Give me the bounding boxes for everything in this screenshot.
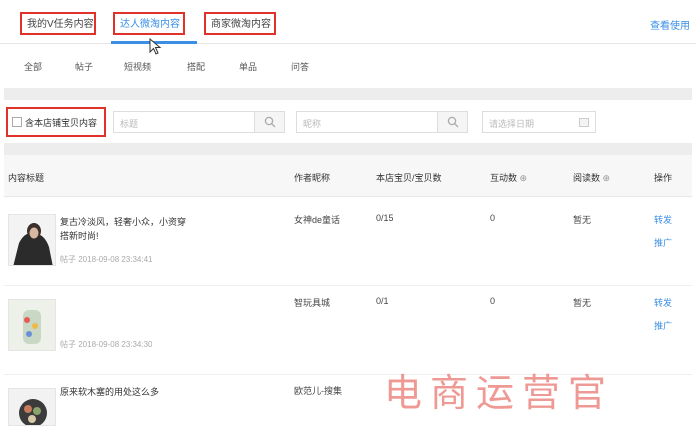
table-row: 复古冷淡风，轻奢小众，小资穿搭新时尚! 帖子 2018-09-08 23:34:… [4,198,692,286]
date-picker-input[interactable]: 请选择日期 [482,111,596,133]
content-meta: 帖子 2018-09-08 23:34:41 [60,255,153,264]
shop-items-count: 0/15 [376,213,394,223]
forward-link[interactable]: 转发 [654,296,672,309]
col-reads: 阅读数 ⊕ [573,173,611,183]
content-thumbnail[interactable] [8,299,56,351]
forward-link[interactable]: 转发 [654,213,672,226]
tab-talent-weitao[interactable]: 达人微淘内容 [113,12,185,35]
filter-all[interactable]: 全部 [24,60,42,73]
table-row: 帖子 2018-09-08 23:34:30 智玩具城 0/1 0 暂无 转发 … [4,287,692,375]
title-search-button[interactable] [255,111,285,133]
content-meta: 帖子 2018-09-08 23:34:30 [60,340,153,349]
search-icon [264,116,275,128]
content-thumbnail[interactable] [8,388,56,426]
author-nickname: 女神de童话 [294,215,341,225]
tab-my-v-tasks[interactable]: 我的V任务内容 [20,12,96,35]
col-shop-items: 本店宝贝/宝贝数 [376,173,442,183]
author-nickname: 欧范儿-搜集 [294,386,342,396]
include-shop-items-checkbox[interactable] [12,117,22,127]
interaction-count: 0 [490,213,496,223]
author-nickname: 智玩具城 [294,298,331,308]
read-count: 暂无 [573,298,592,308]
content-title[interactable]: 复古冷淡风，轻奢小众，小资穿搭新时尚! [60,215,190,243]
promote-link[interactable]: 推广 [654,236,672,249]
search-row: 含本店铺宝贝内容 标题 昵称 请选择日期 [0,104,696,140]
nickname-search-button[interactable] [438,111,468,133]
calendar-icon [579,118,589,127]
date-placeholder: 请选择日期 [489,119,535,129]
help-link[interactable]: 查看使用 [650,17,690,32]
shop-items-count: 0/1 [376,296,389,306]
table-row: 原来软木塞的用处这么多 欧范儿-搜集 [4,376,692,426]
section-divider [4,143,692,155]
read-count: 暂无 [573,215,592,225]
col-interactions: 互动数 ⊕ [490,173,528,183]
table-header: 内容标题 作者昵称 本店宝贝/宝贝数 互动数 ⊕ 阅读数 ⊕ 操作 [4,155,692,197]
promote-link[interactable]: 推广 [654,319,672,332]
info-icon: ⊕ [519,173,528,183]
filter-outfit[interactable]: 搭配 [187,60,205,73]
filter-qa[interactable]: 问答 [291,60,309,73]
filter-single-item[interactable]: 单品 [239,60,257,73]
col-actions: 操作 [654,173,673,183]
title-search-input[interactable]: 标题 [113,111,255,133]
section-divider [4,88,692,100]
tab-merchant-weitao[interactable]: 商家微淘内容 [204,12,276,35]
info-icon: ⊕ [602,173,611,183]
col-author: 作者昵称 [294,173,331,183]
content-tabs: 我的V任务内容 达人微淘内容 商家微淘内容 查看使用 [0,0,696,44]
include-shop-items-label: 含本店铺宝贝内容 [25,117,98,128]
filter-short-video[interactable]: 短视频 [124,60,151,73]
filter-posts[interactable]: 帖子 [75,60,93,73]
content-title[interactable]: 原来软木塞的用处这么多 [60,385,190,399]
include-shop-items-toggle[interactable]: 含本店铺宝贝内容 [6,107,106,137]
col-content-title: 内容标题 [8,173,45,183]
content-type-filters: 全部 帖子 短视频 搭配 单品 问答 [0,52,696,80]
interaction-count: 0 [490,296,496,306]
nickname-search-input[interactable]: 昵称 [296,111,438,133]
content-thumbnail[interactable] [8,214,56,266]
search-icon [447,116,458,128]
